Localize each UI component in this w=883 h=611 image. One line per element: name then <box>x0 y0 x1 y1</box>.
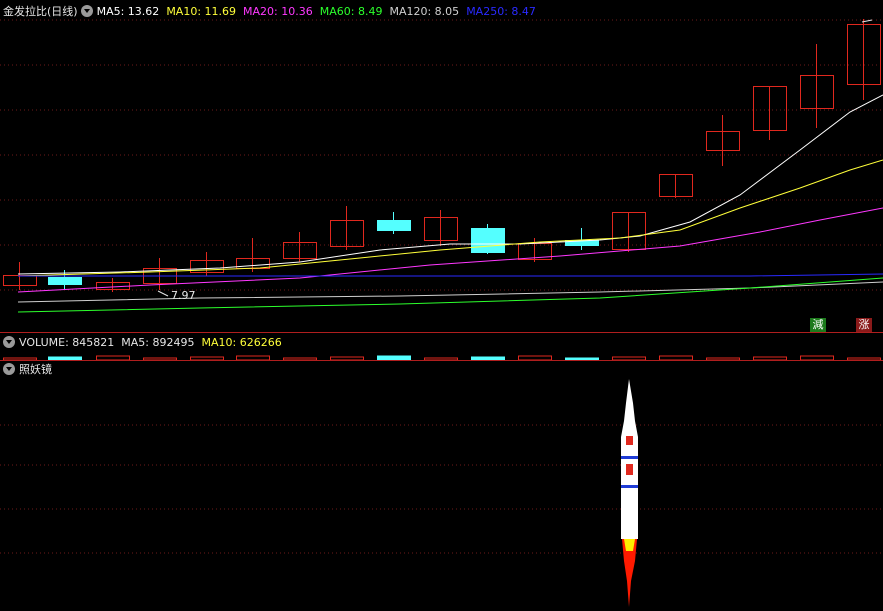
low-marker-arrow <box>157 290 169 297</box>
badge-green[interactable]: 減 <box>810 318 826 332</box>
volume-value: VOLUME: 845821 <box>19 335 115 349</box>
indicator-chart[interactable] <box>0 361 883 611</box>
toggle-icon[interactable] <box>3 336 15 348</box>
candle-body <box>377 220 411 231</box>
candlestick-chart[interactable]: 7.97 <box>0 0 883 333</box>
ma-line <box>17 207 883 293</box>
ma-line <box>18 273 883 277</box>
candle-body <box>48 277 82 285</box>
candle-body <box>471 228 505 253</box>
volume-panel-header: VOLUME: 845821 MA5: 892495 MA10: 626266 <box>0 333 289 351</box>
rocket-icon <box>621 379 638 607</box>
low-marker-label: 7.97 <box>171 289 196 302</box>
badge-red[interactable]: 涨 <box>856 318 872 332</box>
volume-ma10: MA10: 626266 <box>201 335 282 349</box>
volume-bars[interactable] <box>0 350 883 360</box>
volume-ma5: MA5: 892495 <box>121 335 195 349</box>
